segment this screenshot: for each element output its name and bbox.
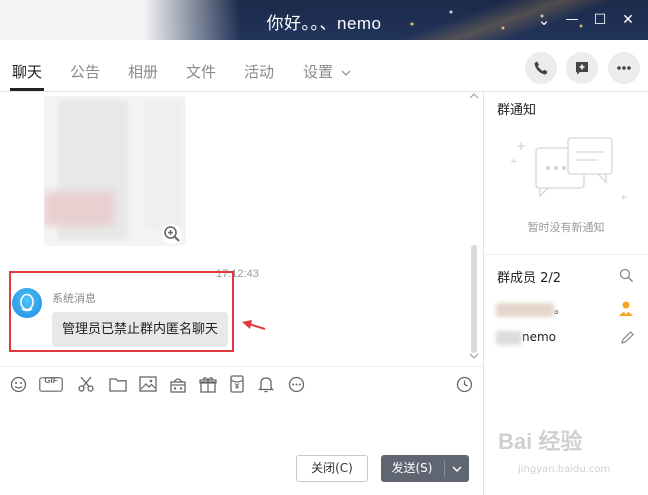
watermark-main-text: Bai 经验: [498, 429, 583, 454]
gif-button[interactable]: GIF: [39, 375, 63, 393]
annotation-arrow-icon: [242, 320, 266, 330]
red-packet-button[interactable]: [228, 375, 246, 393]
phone-icon: [534, 61, 548, 75]
scroll-down-arrow[interactable]: [469, 353, 479, 363]
member-avatar-blurred: [496, 302, 554, 317]
chevron-down-icon: [469, 353, 479, 359]
history-clock-icon: [456, 376, 472, 392]
panel-divider: [483, 92, 484, 495]
svg-text:+: +: [510, 157, 518, 167]
more-icon: [288, 376, 304, 392]
search-icon: [619, 268, 634, 283]
send-image-button[interactable]: [139, 375, 157, 393]
gif-label: GIF: [44, 376, 58, 385]
chevron-down-icon: [341, 70, 351, 76]
add-app-button[interactable]: [566, 52, 598, 84]
gift-button[interactable]: [199, 375, 217, 393]
emoji-icon: [10, 376, 26, 392]
tab-activity[interactable]: 活动: [244, 61, 274, 82]
bell-icon: [258, 377, 274, 393]
add-message-icon: [576, 62, 588, 75]
red-packet-icon: [230, 375, 244, 393]
reminder-button[interactable]: [257, 375, 275, 393]
scissors-icon: [78, 376, 94, 392]
scroll-up-arrow[interactable]: [469, 92, 479, 102]
send-button[interactable]: 发送(S): [381, 455, 469, 482]
phone-call-button[interactable]: [525, 52, 557, 84]
active-tab-underline: [10, 88, 44, 91]
message-history-button[interactable]: [455, 375, 473, 393]
chevron-down-icon: [452, 466, 462, 472]
svg-text:+: +: [620, 193, 628, 203]
highlight-box: [9, 271, 234, 352]
member-avatar-blurred: [496, 330, 522, 345]
user-owner-icon: [619, 301, 633, 316]
baidu-watermark: Bai 经验 jingyan.baidu.com: [496, 420, 646, 490]
emoji-button[interactable]: [9, 375, 27, 393]
zoom-in-icon[interactable]: [162, 224, 182, 244]
dropdown-icon[interactable]: ⌄: [534, 10, 554, 30]
member-item[interactable]: 。: [496, 300, 566, 317]
more-icon: [617, 66, 631, 70]
tab-chat[interactable]: 聊天: [12, 61, 42, 82]
group-notice-title: 群通知: [497, 103, 537, 118]
send-file-button[interactable]: [109, 375, 127, 393]
group-members-title: 群成员 2/2: [497, 271, 562, 286]
close-button[interactable]: 关闭(C): [296, 455, 368, 482]
chat-scrollbar[interactable]: [471, 245, 477, 353]
send-label: 发送(S): [391, 461, 433, 475]
right-panel-divider: [484, 254, 648, 255]
member-name: nemo: [522, 330, 557, 344]
send-options-dropdown[interactable]: [445, 455, 469, 482]
no-notice-text: 暂时没有新通知: [527, 221, 605, 234]
watermark-url: jingyan.baidu.com: [518, 464, 611, 475]
image-icon: [139, 376, 157, 392]
tab-settings-label: 设置: [303, 64, 334, 81]
more-tools-button[interactable]: [287, 375, 305, 393]
pencil-icon: [621, 331, 634, 344]
tab-files[interactable]: 文件: [186, 61, 216, 82]
minimize-button[interactable]: —: [562, 10, 582, 30]
folder-icon: [109, 377, 127, 392]
maximize-button[interactable]: ☐: [590, 10, 610, 30]
gift-icon: [199, 376, 217, 393]
screenshot-button[interactable]: [77, 375, 95, 393]
chevron-up-icon: [469, 93, 479, 99]
empty-notice-illustration: + + +: [510, 137, 628, 203]
tab-album[interactable]: 相册: [128, 61, 158, 82]
edit-member-button[interactable]: [620, 330, 635, 348]
close-window-button[interactable]: ✕: [618, 10, 638, 30]
tab-announcement[interactable]: 公告: [70, 61, 100, 82]
more-options-button[interactable]: [608, 52, 640, 84]
tab-settings[interactable]: 设置: [303, 61, 351, 82]
member-item[interactable]: nemo: [496, 330, 556, 345]
member-name: 。: [554, 302, 567, 316]
message-input[interactable]: [0, 402, 483, 450]
svg-text:+: +: [516, 139, 526, 153]
owner-badge: [617, 299, 635, 320]
member-search-button[interactable]: [619, 268, 634, 286]
gift-box-icon: [170, 377, 186, 393]
gift-box-button[interactable]: [169, 375, 187, 393]
